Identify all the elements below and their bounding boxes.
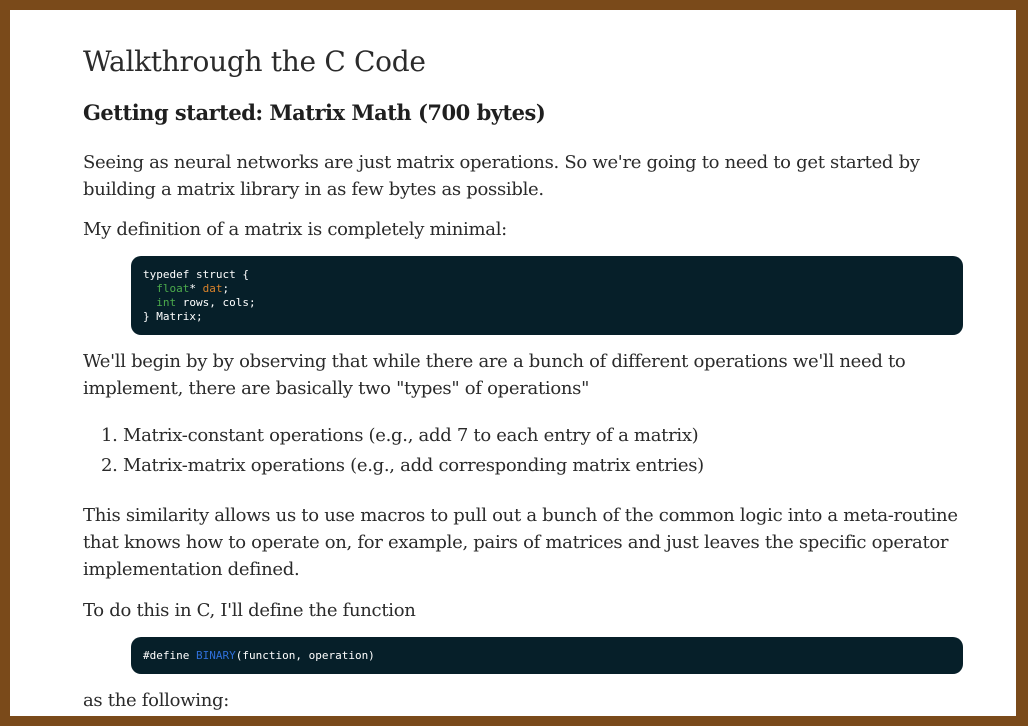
define-function-paragraph: To do this in C, I'll define the functio… bbox=[83, 600, 416, 621]
code-variable: dat bbox=[202, 282, 223, 295]
list-item: Matrix-matrix operations (e.g., add corr… bbox=[123, 451, 704, 481]
intro-paragraph: Seeing as neural networks are just matri… bbox=[83, 152, 920, 200]
code-text: rows, cols; bbox=[176, 296, 256, 309]
page-title: Walkthrough the C Code bbox=[83, 45, 426, 78]
code-line: typedef struct { bbox=[143, 268, 249, 281]
section-heading: Getting started: Matrix Math (700 bytes) bbox=[83, 100, 546, 125]
code-macro-name: BINARY bbox=[195, 649, 236, 662]
page-frame: Walkthrough the C Code Getting started: … bbox=[10, 10, 1016, 716]
binary-macro-code-block: #define BINARY(function, operation) bbox=[131, 637, 963, 674]
matrix-struct-code-block: typedef struct { float* dat; int rows, c… bbox=[131, 256, 963, 335]
operation-types-list: Matrix-constant operations (e.g., add 7 … bbox=[83, 421, 704, 481]
code-type-keyword: int bbox=[156, 296, 177, 309]
list-item: Matrix-constant operations (e.g., add 7 … bbox=[123, 421, 704, 451]
code-text: * bbox=[189, 282, 203, 295]
macros-paragraph: This similarity allows us to use macros … bbox=[83, 505, 958, 580]
code-type-keyword: float bbox=[156, 282, 190, 295]
code-args: (function, operation) bbox=[235, 649, 375, 662]
matrix-definition-paragraph: My definition of a matrix is completely … bbox=[83, 219, 507, 240]
code-text: ; bbox=[222, 282, 230, 295]
code-line: } Matrix; bbox=[143, 310, 203, 323]
following-paragraph: as the following: bbox=[83, 690, 229, 711]
code-keyword: #define bbox=[143, 649, 196, 662]
operations-paragraph: We'll begin by by observing that while t… bbox=[83, 351, 906, 399]
